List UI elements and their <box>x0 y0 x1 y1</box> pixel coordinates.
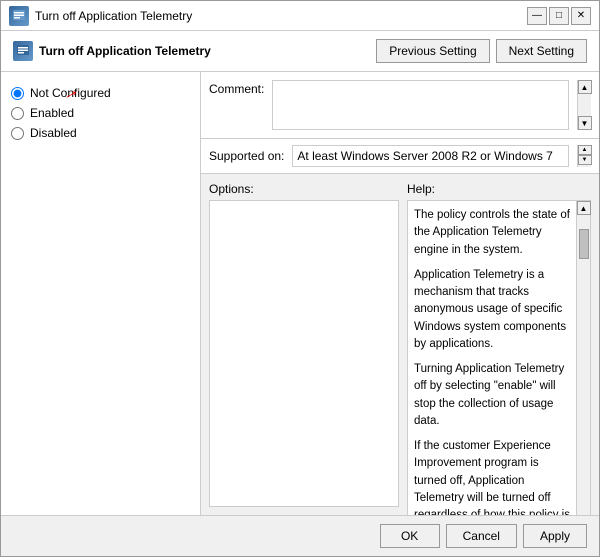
left-panel: → Not Configured Enabled Disabled <box>1 72 201 515</box>
supported-scrollbar: ▲ ▼ <box>577 145 591 167</box>
radio-disabled-input[interactable] <box>11 127 24 140</box>
right-panel: Comment: ▲ ▼ Supported on: At least Wind… <box>201 72 599 515</box>
cancel-button[interactable]: Cancel <box>446 524 517 548</box>
main-content: → Not Configured Enabled Disabled <box>1 72 599 515</box>
supported-scroll-up[interactable]: ▲ <box>578 145 592 155</box>
help-para-3: Turning Application Telemetry off by sel… <box>414 361 570 430</box>
content-header: Turn off Application Telemetry Previous … <box>1 31 599 72</box>
help-scroll-up[interactable]: ▲ <box>577 201 591 215</box>
help-para-1: The policy controls the state of the App… <box>414 207 570 259</box>
supported-label: Supported on: <box>209 149 284 163</box>
policy-title-text: Turn off Application Telemetry <box>39 44 211 58</box>
options-panel: Options: <box>209 182 399 507</box>
maximize-button[interactable]: □ <box>549 7 569 25</box>
radio-group: Not Configured Enabled Disabled <box>11 86 190 140</box>
options-help-section: Options: Help: The policy controls the s… <box>201 174 599 515</box>
title-bar-text: Turn off Application Telemetry <box>35 9 521 23</box>
comment-scroll-up[interactable]: ▲ <box>578 80 592 94</box>
help-para-2: Application Telemetry is a mechanism tha… <box>414 267 570 353</box>
comment-scroll-down[interactable]: ▼ <box>578 116 592 130</box>
supported-scroll-down[interactable]: ▼ <box>578 155 592 165</box>
comment-scrollbar: ▲ ▼ <box>577 80 591 130</box>
radio-not-configured[interactable]: Not Configured <box>11 86 190 100</box>
header-buttons: Previous Setting Next Setting <box>376 39 587 63</box>
minimize-button[interactable]: — <box>527 7 547 25</box>
help-scrollbar: ▲ ▼ <box>576 201 590 515</box>
comment-label: Comment: <box>209 80 264 96</box>
comment-textarea[interactable] <box>272 80 569 130</box>
radio-disabled[interactable]: Disabled <box>11 126 190 140</box>
policy-icon <box>13 41 33 61</box>
main-window: Turn off Application Telemetry — □ ✕ Tur… <box>0 0 600 557</box>
policy-title: Turn off Application Telemetry <box>13 41 211 61</box>
options-box <box>209 200 399 507</box>
help-para-4: If the customer Experience Improvement p… <box>414 438 570 515</box>
radio-enabled-label: Enabled <box>30 106 74 120</box>
window-controls: — □ ✕ <box>527 7 591 25</box>
next-setting-button[interactable]: Next Setting <box>496 39 587 63</box>
radio-enabled-input[interactable] <box>11 107 24 120</box>
close-button[interactable]: ✕ <box>571 7 591 25</box>
apply-button[interactable]: Apply <box>523 524 587 548</box>
help-scrollbar-thumb[interactable] <box>579 229 589 259</box>
radio-enabled[interactable]: Enabled <box>11 106 190 120</box>
title-bar-icon <box>9 6 29 26</box>
comment-section: Comment: ▲ ▼ <box>201 72 599 139</box>
radio-not-configured-input[interactable] <box>11 87 24 100</box>
supported-value: At least Windows Server 2008 R2 or Windo… <box>292 145 569 167</box>
help-label: Help: <box>407 182 591 196</box>
help-text: The policy controls the state of the App… <box>408 201 576 515</box>
help-panel: Help: The policy controls the state of t… <box>407 182 591 507</box>
help-content-wrapper: The policy controls the state of the App… <box>407 200 591 515</box>
ok-button[interactable]: OK <box>380 524 440 548</box>
radio-disabled-label: Disabled <box>30 126 77 140</box>
options-label: Options: <box>209 182 399 196</box>
title-bar: Turn off Application Telemetry — □ ✕ <box>1 1 599 31</box>
previous-setting-button[interactable]: Previous Setting <box>376 39 489 63</box>
footer: OK Cancel Apply <box>1 515 599 556</box>
supported-section: Supported on: At least Windows Server 20… <box>201 139 599 174</box>
